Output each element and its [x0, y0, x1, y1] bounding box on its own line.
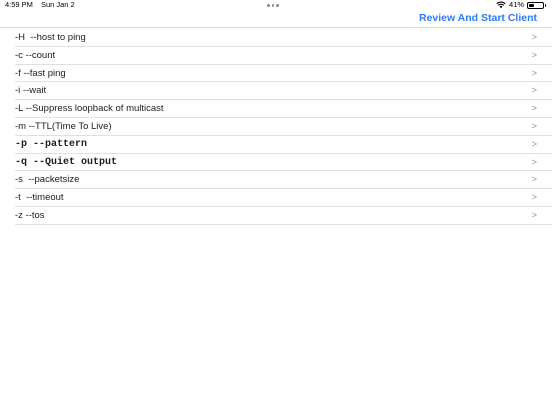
- list-item-label: -s --packetsize: [15, 174, 80, 186]
- list-item-label: -m --TTL(Time To Live): [15, 120, 112, 132]
- review-and-start-client-button[interactable]: Review And Start Client: [419, 12, 537, 24]
- status-bar: 4:59 PM Sun Jan 2 41%: [0, 0, 552, 10]
- chevron-right-icon: >: [531, 49, 537, 60]
- chevron-right-icon: >: [531, 174, 537, 185]
- chevron-right-icon: >: [531, 85, 537, 96]
- list-item-label: -p --pattern: [15, 138, 88, 150]
- wifi-icon: [496, 1, 506, 9]
- battery-icon: [527, 1, 546, 9]
- list-item-quiet-output[interactable]: -q --Quiet output >: [15, 154, 552, 172]
- list-item-label: -t --timeout: [15, 192, 64, 204]
- chevron-right-icon: >: [531, 138, 537, 149]
- list-item-fast-ping[interactable]: -f --fast ping >: [15, 65, 552, 83]
- list-item-tos[interactable]: -z --tos >: [15, 207, 552, 225]
- list-item-label: -H --host to ping: [15, 32, 86, 43]
- list-item-label: -L --Suppress loopback of multicast: [15, 103, 164, 115]
- options-list: -H --host to ping > -c --count > -f --fa…: [15, 29, 552, 225]
- list-item-label: -f --fast ping: [15, 67, 66, 79]
- list-item-wait[interactable]: -i --wait >: [15, 82, 552, 101]
- list-item-timeout[interactable]: -t --timeout >: [15, 189, 552, 207]
- status-right: 41%: [496, 0, 546, 10]
- battery-percentage: 41%: [508, 0, 524, 9]
- status-date: Sun Jan 2: [40, 0, 75, 9]
- list-item-packetsize[interactable]: -s --packetsize >: [15, 171, 552, 190]
- list-item-pattern[interactable]: -p --pattern >: [15, 136, 552, 154]
- chevron-right-icon: >: [531, 209, 537, 220]
- list-item-label: -q --Quiet output: [15, 156, 118, 168]
- status-time: 4:59 PM: [5, 0, 33, 9]
- list-item-count[interactable]: -c --count >: [15, 47, 552, 65]
- multitasking-dots-icon[interactable]: [267, 1, 279, 7]
- list-item-label: -c --count: [15, 49, 56, 61]
- list-item-suppress-loopback[interactable]: -L --Suppress loopback of multicast >: [15, 100, 552, 118]
- list-item-label: -z --tos: [15, 209, 45, 221]
- chevron-right-icon: >: [531, 156, 537, 167]
- chevron-right-icon: >: [531, 192, 537, 203]
- navigation-bar: Review And Start Client: [0, 10, 552, 28]
- list-item-host[interactable]: -H --host to ping >: [15, 29, 552, 47]
- battery-fill: [529, 3, 535, 7]
- chevron-right-icon: >: [531, 120, 537, 131]
- chevron-right-icon: >: [531, 67, 537, 78]
- chevron-right-icon: >: [531, 103, 537, 114]
- status-left: 4:59 PM Sun Jan 2: [5, 0, 75, 10]
- list-item-ttl[interactable]: -m --TTL(Time To Live) >: [15, 118, 552, 136]
- list-item-label: -i --wait: [15, 85, 47, 97]
- chevron-right-icon: >: [531, 32, 537, 42]
